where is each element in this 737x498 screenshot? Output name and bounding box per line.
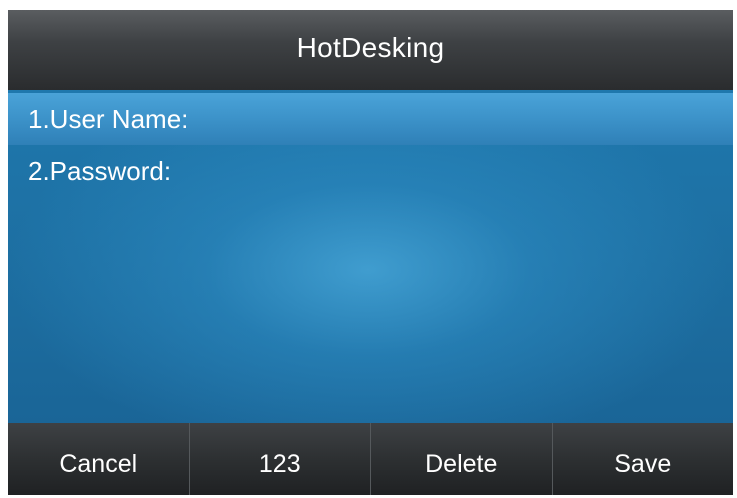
save-softkey[interactable]: Save: [553, 423, 734, 495]
user-name-label: 1.User Name:: [28, 103, 189, 134]
input-mode-softkey[interactable]: 123: [190, 423, 371, 495]
password-label: 2.Password:: [28, 155, 172, 186]
softkey-bar: Cancel 123 Delete Save: [8, 423, 733, 495]
phone-screen: HotDesking 1.User Name: 2.Password: Canc…: [8, 10, 733, 495]
title-bar: HotDesking: [8, 10, 733, 90]
form-area: 1.User Name: 2.Password:: [8, 90, 733, 423]
password-field[interactable]: 2.Password:: [8, 145, 733, 197]
cancel-softkey[interactable]: Cancel: [8, 423, 190, 495]
screen-title: HotDesking: [296, 32, 445, 63]
delete-softkey[interactable]: Delete: [371, 423, 553, 495]
user-name-field[interactable]: 1.User Name:: [8, 93, 733, 145]
